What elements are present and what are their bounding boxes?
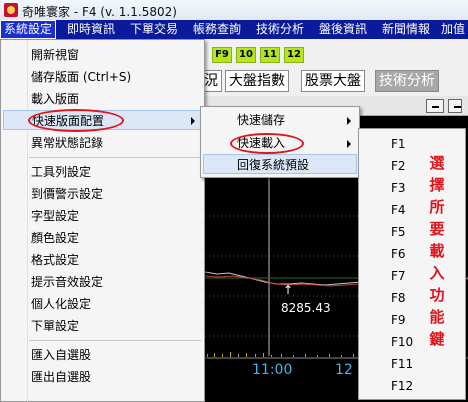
menu-separator — [29, 157, 201, 158]
system-settings-dropdown: 開新視窗 儲存版面 (Ctrl+S) 載入版面 快速版面配置 異常狀態記錄 工具… — [0, 39, 205, 402]
menu-bar: 系統設定 即時資訊 下單交易 帳務查詢 技術分析 盤後資訊 新聞情報 加值 — [0, 20, 468, 39]
menu-order-trading[interactable]: 下單交易 — [126, 20, 182, 39]
menu-technical-analysis[interactable]: 技術分析 — [252, 20, 308, 39]
menu-item-import-watchlist[interactable]: 匯入自選股 — [31, 345, 91, 365]
annotation-select-function-key: 選 擇 所 要 載 入 功 能 鍵 — [428, 152, 446, 350]
menu-item-f2[interactable]: F2 — [391, 156, 406, 176]
annotation-char: 載 — [429, 242, 445, 260]
menu-item-f6[interactable]: F6 — [391, 244, 406, 264]
menu-realtime-info[interactable]: 即時資訊 — [63, 20, 119, 39]
menu-item-f3[interactable]: F3 — [391, 178, 406, 198]
menu-system-settings[interactable]: 系統設定 — [0, 20, 57, 39]
menu-item-order-settings[interactable]: 下單設定 — [31, 316, 79, 336]
menu-item-toolbar-settings[interactable]: 工具列設定 — [31, 162, 91, 182]
chart-price-label: 8285.43 — [281, 301, 331, 315]
annotation-char: 鍵 — [429, 330, 445, 348]
page-tabs: 況 大盤指數 股票大盤 技術分析 — [200, 70, 468, 92]
menu-item-f9[interactable]: F9 — [391, 310, 406, 330]
menu-item-quick-layout[interactable]: 快速版面配置 — [3, 110, 202, 130]
menu-item-restore-defaults[interactable]: 回復系統預設 — [203, 154, 357, 174]
quick-load-submenu: F1 F2 F3 F4 F5 F6 F7 F8 F9 F10 F11 F12 — [358, 128, 466, 400]
menu-item-f10[interactable]: F10 — [391, 332, 413, 352]
fkey-button-f11[interactable]: 11 — [260, 47, 280, 63]
menu-item-price-alert-settings[interactable]: 到價警示設定 — [31, 184, 103, 204]
fkey-button-f10[interactable]: 10 — [236, 47, 256, 63]
menu-item-quick-save[interactable]: 快速儲存 — [237, 110, 285, 130]
submenu-arrow-icon — [347, 117, 351, 125]
tab-market-index[interactable]: 大盤指數 — [225, 70, 289, 92]
annotation-char: 入 — [429, 264, 445, 282]
menu-value-added[interactable]: 加值 — [437, 20, 468, 39]
menu-item-personalization[interactable]: 個人化設定 — [31, 294, 91, 314]
minimize-button[interactable] — [426, 99, 444, 113]
tab-stock-market[interactable]: 股票大盤 — [301, 70, 365, 92]
menu-item-format-settings[interactable]: 格式設定 — [31, 250, 79, 270]
menu-item-quick-load[interactable]: 快速載入 — [237, 133, 285, 153]
menu-item-f8[interactable]: F8 — [391, 288, 406, 308]
menu-item-font-settings[interactable]: 字型設定 — [31, 206, 79, 226]
chart-time-label-12: 12 — [335, 362, 353, 378]
annotation-char: 選 — [429, 154, 445, 172]
annotation-char: 功 — [429, 286, 445, 304]
menu-separator — [29, 340, 201, 341]
menu-after-hours-info[interactable]: 盤後資訊 — [315, 20, 371, 39]
menu-item-f11[interactable]: F11 — [391, 354, 413, 374]
annotation-char: 能 — [429, 308, 445, 326]
menu-item-color-settings[interactable]: 顏色設定 — [31, 228, 79, 248]
submenu-arrow-icon — [347, 140, 351, 148]
chart-time-label-1100: 11:00 — [252, 362, 292, 378]
menu-item-f4[interactable]: F4 — [391, 200, 406, 220]
annotation-char: 所 — [429, 198, 445, 216]
quick-layout-submenu: 快速儲存 快速載入 回復系統預設 — [200, 106, 360, 178]
function-key-toolbar: F9 10 11 12 — [200, 45, 468, 67]
menu-item-f5[interactable]: F5 — [391, 222, 406, 242]
menu-item-sound-settings[interactable]: 提示音效設定 — [31, 272, 103, 292]
window-title: 奇唯寰家 - F4 (v. 1.1.5802) — [22, 5, 177, 19]
menu-account-query[interactable]: 帳務查詢 — [189, 20, 245, 39]
chart-up-arrow: ↑ — [283, 283, 293, 297]
submenu-arrow-icon — [191, 117, 195, 125]
menu-item-f1[interactable]: F1 — [391, 134, 406, 154]
menu-item-f7[interactable]: F7 — [391, 266, 406, 286]
annotation-char: 要 — [429, 220, 445, 238]
tab-technical-analysis[interactable]: 技術分析 — [375, 70, 439, 92]
title-bar: 奇唯寰家 - F4 (v. 1.1.5802) — [0, 0, 468, 20]
menu-item-export-watchlist[interactable]: 匯出自選股 — [31, 367, 91, 387]
fkey-button-f12[interactable]: 12 — [284, 47, 304, 63]
menu-item-new-window[interactable]: 開新視窗 — [31, 45, 79, 65]
menu-item-error-log[interactable]: 異常狀態記錄 — [31, 133, 103, 153]
menu-item-load-layout[interactable]: 載入版面 — [31, 89, 79, 109]
fkey-button-f9[interactable]: F9 — [212, 47, 232, 63]
restore-button[interactable] — [448, 99, 462, 113]
app-logo-icon — [4, 3, 18, 17]
menu-item-f12[interactable]: F12 — [391, 376, 413, 396]
menu-item-save-layout[interactable]: 儲存版面 (Ctrl+S) — [31, 67, 131, 87]
annotation-char: 擇 — [429, 176, 445, 194]
menu-news[interactable]: 新聞情報 — [378, 20, 434, 39]
